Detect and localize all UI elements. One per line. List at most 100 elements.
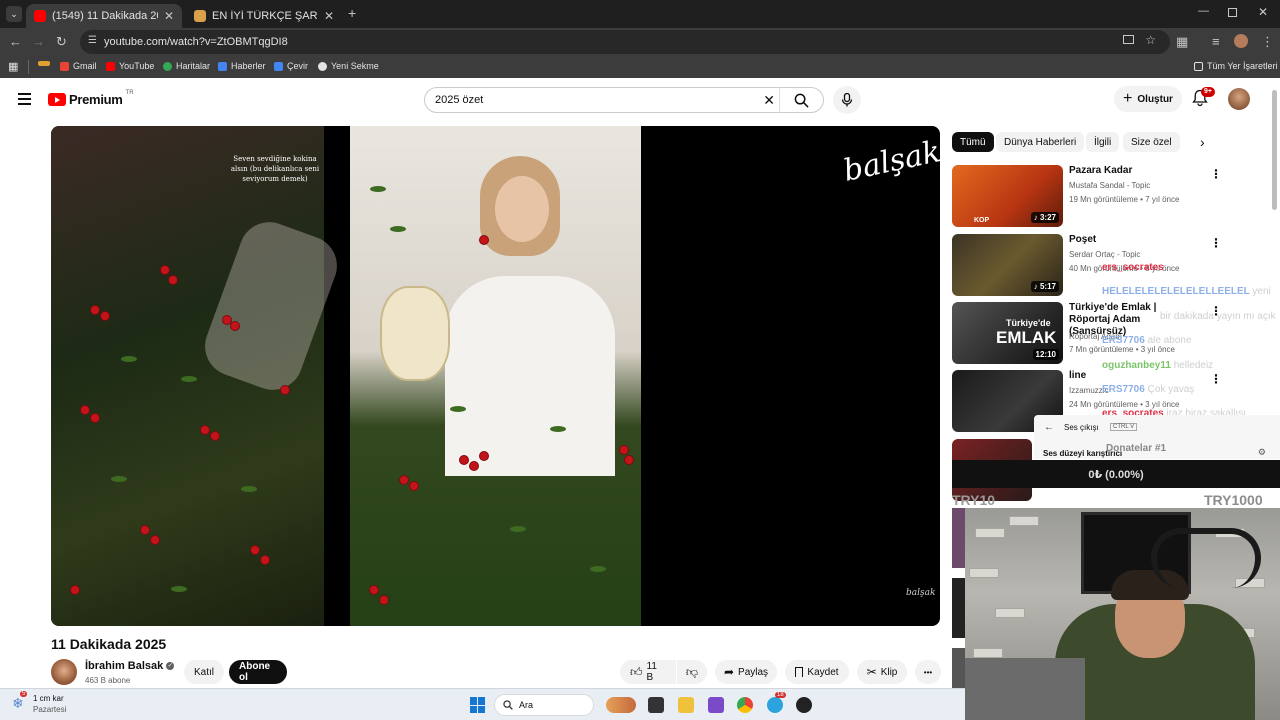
news-icon [218,61,227,71]
media-control-icon[interactable]: ≡ [1212,34,1220,50]
bookmark-gmail[interactable]: Gmail [60,61,97,71]
chips-next-icon[interactable]: › [1200,134,1205,150]
more-options-icon[interactable]: ⋮ [1210,372,1222,386]
chip-for-you[interactable]: Size özel [1123,132,1180,152]
all-bookmarks[interactable]: Tüm Yer İşaretleri [1194,61,1278,71]
widget-app-icon[interactable] [606,697,636,713]
chat-user: oguzhanbey11 [1102,360,1171,371]
settings-gear-icon[interactable]: ⚙ [1258,447,1266,458]
channel-avatar[interactable] [51,659,77,685]
clip-button[interactable]: ✂ Klip [857,660,907,684]
chip-related[interactable]: İlgili [1086,132,1120,152]
tab-tier-list[interactable]: EN İYİ TÜRKÇE ŞARKI - Tier List ✕ [186,4,342,28]
share-button[interactable]: ➦ Paylaş [715,660,777,684]
save-button[interactable]: Kaydet [785,660,849,684]
thumbs-up-icon: 👍︎ [630,664,643,679]
duration-badge: ♪ 3:27 [1030,212,1059,223]
bookmark-youtube[interactable]: YouTube [106,61,154,71]
thumbnail-text: EMLAK [996,328,1057,347]
tab-list-icon[interactable]: ⌄ [6,6,22,22]
notifications-button[interactable]: 9+ [1192,87,1215,109]
clear-search-icon[interactable]: ✕ [763,92,775,109]
tab-youtube[interactable]: (1549) 11 Dakikada 2025 - YouTube ✕ [26,4,182,28]
apps-grid-icon[interactable]: ▦ [8,60,18,73]
site-info-icon[interactable]: ☰ [88,35,97,46]
video-thumbnail[interactable] [952,578,965,638]
back-arrow-icon[interactable]: ← [1044,422,1054,433]
share-icon: ➦ [723,665,735,679]
video-player[interactable]: Seven sevdiğine kokina alsın (bu delikan… [51,126,940,626]
chat-text: ale abone [1147,335,1192,346]
youtube-logo[interactable]: Premium TR [48,90,134,107]
close-window-icon[interactable]: ✕ [1258,5,1268,19]
search-button[interactable] [779,87,823,113]
account-avatar[interactable] [1228,88,1250,110]
back-icon[interactable]: ← [9,34,22,50]
bookmark-label: Haritalar [176,61,211,71]
search-input[interactable]: 2025 özet [435,94,483,106]
recommendation-title[interactable]: Pazara Kadar [1069,165,1199,177]
bookmark-maps[interactable]: Haritalar [163,61,210,71]
chip-all[interactable]: Tümü [952,132,994,152]
more-options-icon[interactable]: ⋮ [1210,167,1222,181]
video-thumbnail[interactable] [952,648,965,688]
task-view-icon[interactable] [648,697,664,713]
channel-name[interactable]: İbrahim Balsak ✓ [85,660,175,672]
new-tab-button[interactable]: + [348,5,356,21]
extensions-icon[interactable]: ▦ [1176,34,1188,50]
close-tab-icon[interactable]: ✕ [164,9,174,23]
notification-badge: 9+ [1201,87,1215,97]
address-bar[interactable]: ☰ youtube.com/watch?v=ZtOBMTqgDI8 ☆ [80,30,1170,54]
bookmark-star-icon[interactable]: ☆ [1145,33,1156,47]
voice-search-button[interactable] [833,86,861,114]
video-thumbnail[interactable]: ♪ 5:17 [952,234,1063,296]
join-button[interactable]: Katıl [184,660,224,684]
restore-icon[interactable] [1228,8,1237,17]
close-tab-icon[interactable]: ✕ [324,9,334,23]
visual-studio-icon[interactable] [708,697,724,713]
minimize-icon[interactable]: — [1198,5,1209,17]
start-button-icon[interactable] [470,697,486,713]
hamburger-menu-icon[interactable] [18,93,31,105]
recommendation-title[interactable]: Poşet [1069,234,1199,246]
page-scrollbar[interactable] [1272,90,1277,210]
bookmark-new-tab[interactable]: Yeni Sekme [318,61,379,71]
chat-message: ERS7706 ale abone [1102,335,1192,346]
weather-widget[interactable]: ❄ 5 1 cm kar Pazartesi [12,691,92,717]
scissors-icon: ✂ [866,665,877,679]
chip-world-news[interactable]: Dünya Haberleri [996,132,1085,152]
chat-user: ERS7706 [1102,335,1145,346]
search-box[interactable]: 2025 özet ✕ [424,87,824,113]
video-thumbnail[interactable] [952,508,965,568]
thumbnail-text: KOP [974,217,990,224]
forward-icon[interactable]: → [32,34,45,50]
dislike-button[interactable]: 👎︎ [677,660,707,684]
chrome-icon[interactable] [737,697,753,713]
obs-icon[interactable] [796,697,812,713]
like-button[interactable]: 👍︎ 11 B [620,660,676,684]
video-overlay-text: Seven sevdiğine kokina alsın (bu delikan… [230,155,320,183]
subscribe-button[interactable]: Abone ol [229,660,287,684]
file-explorer-icon[interactable] [678,697,694,713]
bookmark-translate[interactable]: Çevir [274,61,308,71]
video-thumbnail[interactable]: KOP ♪ 3:27 [952,165,1063,227]
more-options-icon[interactable]: ⋮ [1210,236,1222,250]
browser-toolbar: ← → ↻ ☰ youtube.com/watch?v=ZtOBMTqgDI8 … [0,28,1280,56]
create-button[interactable]: + Oluştur [1114,86,1182,112]
more-actions-label: ••• [923,667,933,677]
cast-icon[interactable] [1123,35,1134,44]
url-text: youtube.com/watch?v=ZtOBMTqgDI8 [104,36,288,48]
chrome-menu-icon[interactable]: ⋮ [1261,34,1274,50]
bookmark-news[interactable]: Haberler [218,61,266,71]
telegram-badge: 18 [775,692,786,698]
recommendation-item[interactable]: KOP ♪ 3:27 Pazara Kadar Mustafa Sandal -… [952,165,1272,229]
weather-badge: 5 [20,691,28,697]
more-actions-button[interactable]: ••• [915,660,941,684]
video-thumbnail[interactable]: Türkiye'de EMLAK 12:10 [952,302,1063,364]
profile-avatar[interactable] [1234,34,1248,48]
bookmark-apps[interactable] [38,61,50,66]
reload-icon[interactable]: ↻ [56,34,67,50]
taskbar-search[interactable]: Ara [494,694,594,716]
telegram-icon[interactable]: 18 [767,692,786,713]
recommendation-title[interactable]: line [1069,370,1199,382]
